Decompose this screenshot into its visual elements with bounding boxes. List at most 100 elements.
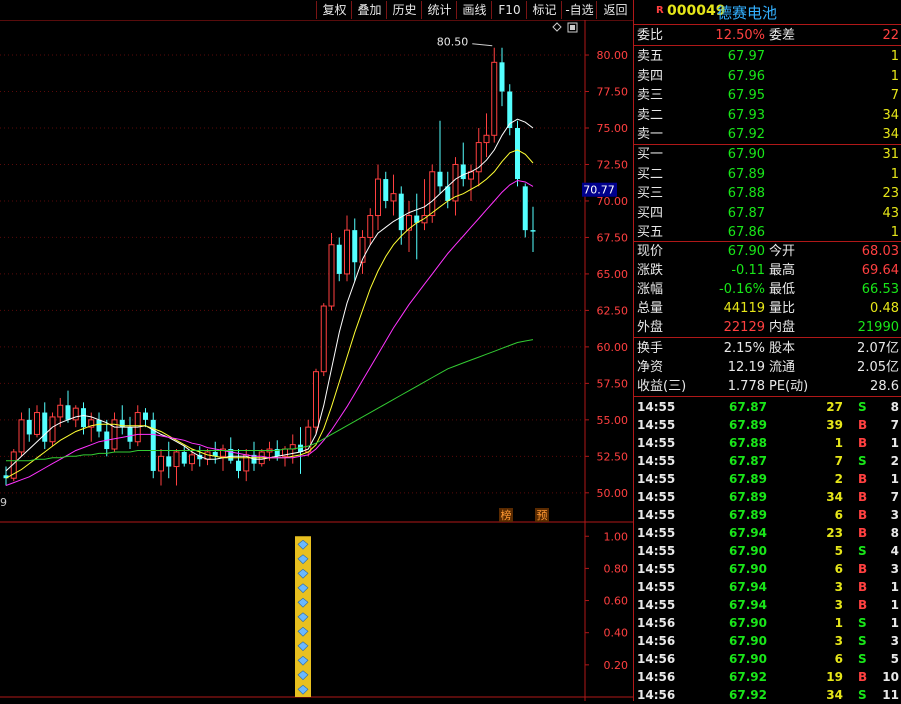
tick-volume: 34: [826, 688, 843, 702]
fin-value: 12.19: [727, 360, 765, 375]
bid-row: 买五 67.86 1: [634, 223, 901, 242]
candle-body: [166, 456, 172, 467]
tick-side: B: [858, 490, 868, 504]
stat-label: 量比: [769, 301, 796, 316]
candle-body: [344, 229, 350, 275]
r-badge: R: [656, 5, 664, 16]
tick-side: B: [858, 508, 868, 522]
candle-body: [352, 230, 358, 263]
fin-row: 收益(三) 1.778 PE(动) 28.6: [634, 377, 901, 396]
tick-row: 14:55 67.87 7 S 2: [634, 452, 901, 470]
fin-row: 净资 12.19 流通 2.05亿: [634, 358, 901, 377]
stock-header: R 000049 德赛电池: [634, 0, 901, 25]
fin-value: 2.15%: [723, 341, 765, 356]
toolbar-button-7[interactable]: -自选: [561, 1, 597, 19]
toolbar-button-2[interactable]: 历史: [386, 1, 422, 19]
tick-price: 67.88: [729, 436, 767, 450]
candle-body: [437, 171, 443, 187]
fin-value: 1.778: [727, 379, 765, 394]
tick-time: 14:55: [637, 580, 676, 594]
tick-time: 14:55: [637, 562, 676, 576]
stat-value: -0.16%: [719, 282, 765, 297]
ask-price: 67.92: [727, 127, 765, 142]
tick-row: 14:55 67.94 3 B 1: [634, 596, 901, 614]
toolbar-button-4[interactable]: 画线: [456, 1, 492, 19]
toolbar-button-1[interactable]: 叠加: [351, 1, 387, 19]
tick-row: 14:56 67.90 3 S 3: [634, 632, 901, 650]
tick-volume: 39: [826, 418, 843, 432]
y-tick-label: 70.00: [597, 195, 629, 208]
tick-row: 14:56 67.90 6 S 5: [634, 650, 901, 668]
tag-label: 榜: [501, 508, 512, 522]
tick-row: 14:56 67.92 34 S 11: [634, 686, 901, 704]
fin-label: 流通: [769, 360, 796, 375]
candle-body: [515, 127, 520, 180]
tick-time: 14:56: [637, 652, 676, 666]
ask-price: 67.93: [727, 107, 765, 123]
tick-count: 3: [890, 508, 899, 522]
stat-row: 涨幅 -0.16% 最低 66.53: [634, 280, 901, 299]
candle-body: [398, 193, 404, 231]
kline-chart[interactable]: 80.00 77.50 75.00 72.50 70.00 67.50 65.00 62.50…: [0, 20, 633, 701]
high-marker-label: 80.50: [437, 36, 469, 49]
candle-body: [320, 305, 327, 373]
y-tick-label: 62.50: [597, 304, 629, 317]
tick-price: 67.92: [729, 688, 767, 702]
candle-body: [367, 215, 374, 238]
toolbar-button-6[interactable]: 标记: [526, 1, 562, 19]
ma-line-2: [5, 179, 534, 486]
tick-volume: 3: [834, 634, 843, 648]
stat-label: 最低: [769, 282, 796, 297]
stat-row: 涨跌 -0.11 最高 69.64: [634, 261, 901, 280]
tick-time: 14:55: [637, 472, 676, 486]
tick-count: 5: [890, 652, 899, 666]
candle-body: [57, 404, 64, 418]
toolbar-button-0[interactable]: 复权: [316, 1, 352, 19]
candle-body: [499, 62, 505, 92]
candle-body: [328, 244, 335, 307]
tick-time: 14:55: [637, 454, 676, 468]
y-tick-label: 52.50: [597, 450, 629, 463]
ask-price: 67.95: [727, 88, 765, 103]
toolbar-button-5[interactable]: F10: [491, 1, 527, 19]
weibi-value: 12.50%: [715, 28, 765, 43]
candle-body: [189, 454, 195, 465]
tick-side: B: [858, 670, 868, 684]
ind-y-tick-label: 0.80: [604, 562, 629, 575]
tick-side: S: [858, 454, 867, 468]
tick-price: 67.89: [729, 472, 767, 486]
tick-price: 67.94: [729, 598, 767, 612]
tick-row: 14:56 67.92 19 B 10: [634, 668, 901, 686]
ind-y-tick-label: 0.20: [604, 659, 629, 672]
tick-side: B: [858, 472, 868, 486]
tick-time: 14:55: [637, 400, 676, 414]
ask-vol: 7: [890, 88, 899, 103]
ask-vol: 34: [882, 127, 899, 142]
bid-vol: 1: [890, 225, 899, 240]
tick-row: 14:55 67.89 34 B 7: [634, 488, 901, 506]
tick-volume: 1: [834, 436, 843, 450]
bid-label: 买二: [637, 166, 664, 182]
fin-label: 换手: [637, 341, 664, 356]
toolbar-button-8[interactable]: 返回: [596, 1, 634, 19]
y-tick-label: 55.00: [597, 414, 629, 427]
left-edge-label: 9: [0, 496, 7, 509]
ask-label: 卖一: [637, 127, 664, 142]
ask-label: 卖四: [637, 68, 664, 84]
diamond-icon[interactable]: [552, 22, 562, 32]
tick-row: 14:55 67.89 6 B 3: [634, 506, 901, 524]
candle-body: [96, 419, 102, 432]
tick-side: S: [858, 652, 867, 666]
tick-time: 14:56: [637, 616, 676, 630]
ask-vol: 1: [890, 49, 899, 64]
y-tick-label: 65.00: [597, 268, 629, 281]
candle-body: [390, 193, 397, 202]
stat-row: 外盘 22129 内盘 21990: [634, 318, 901, 337]
tick-side: S: [858, 544, 867, 558]
candle-body: [491, 61, 498, 136]
stat-value: 67.90: [727, 244, 765, 259]
toolbar-button-3[interactable]: 统计: [421, 1, 457, 19]
tick-count: 2: [890, 454, 899, 468]
tick-volume: 19: [826, 670, 843, 684]
ask-vol: 1: [890, 68, 899, 84]
